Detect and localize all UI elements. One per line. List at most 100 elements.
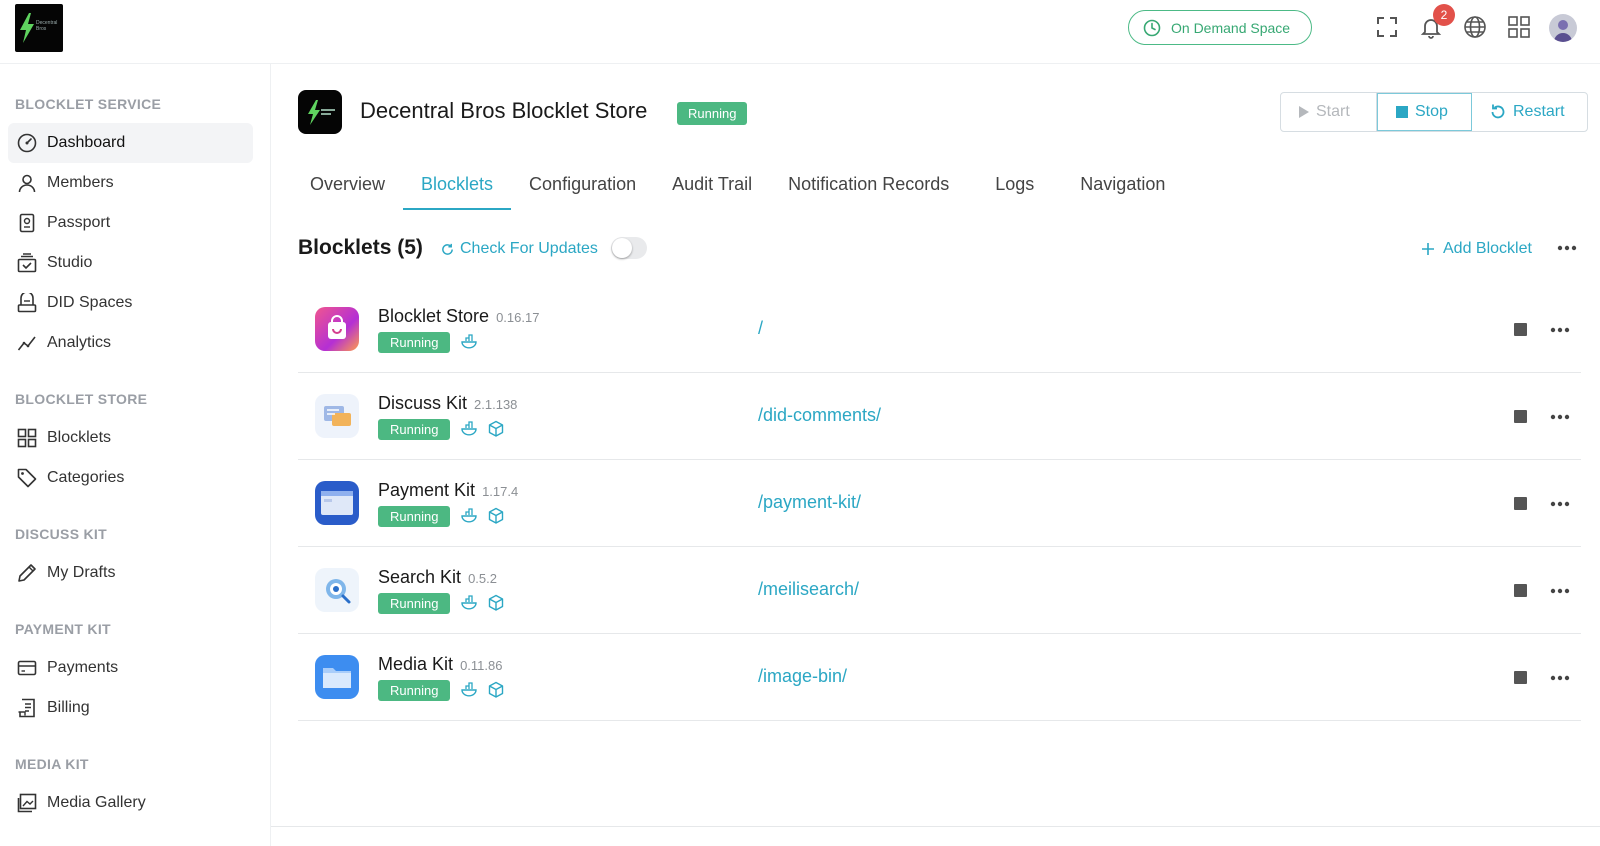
blocklet-row-discuss-kit[interactable]: Discuss Kit 2.1.138 Running /did-comment… [298, 373, 1581, 460]
grid-icon [17, 428, 37, 448]
restart-button[interactable]: Restart [1472, 93, 1587, 131]
billing-icon [18, 698, 35, 718]
sidebar-item-members[interactable]: Members [8, 163, 253, 203]
section-title-discuss-kit: DISCUSS KIT [15, 526, 107, 542]
stop-blocklet-icon[interactable] [1514, 410, 1527, 423]
blocklet-status-badge: Running [378, 506, 451, 527]
stop-blocklet-icon[interactable] [1514, 671, 1527, 684]
docker-icon [461, 595, 477, 610]
tab-bar: Overview Blocklets Configuration Audit T… [292, 164, 1183, 210]
passport-icon [19, 213, 35, 233]
tab-configuration[interactable]: Configuration [511, 164, 654, 210]
sidebar-item-blocklets[interactable]: Blocklets [8, 418, 253, 458]
sidebar-item-label: Dashboard [47, 134, 126, 151]
docker-icon [461, 334, 477, 349]
refresh-icon [442, 243, 453, 255]
blocklet-row-payment-kit[interactable]: Payment Kit 1.17.4 Running /payment-kit/ [298, 460, 1581, 547]
toggle-knob [612, 238, 632, 258]
sidebar-item-payments[interactable]: Payments [8, 648, 253, 688]
start-button-label: Start [1316, 103, 1350, 120]
payment-kit-app-icon [315, 481, 359, 525]
apps-grid-icon[interactable] [1505, 13, 1533, 41]
sidebar-item-label: Passport [47, 214, 111, 231]
blocklet-name: Discuss Kit 2.1.138 [378, 393, 518, 413]
package-share-icon [488, 681, 504, 698]
blocklet-mount-path[interactable]: /image-bin/ [758, 666, 847, 687]
add-blocklet-label: Add Blocklet [1443, 240, 1532, 257]
stop-button[interactable]: Stop [1377, 93, 1472, 131]
blocklet-row-search-kit[interactable]: Search Kit 0.5.2 Running /meilisearch/ [298, 547, 1581, 634]
blocklet-mount-path[interactable]: /meilisearch/ [758, 579, 859, 600]
did-spaces-icon [17, 293, 37, 313]
row-more-icon[interactable] [1550, 494, 1570, 512]
stop-blocklet-icon[interactable] [1514, 584, 1527, 597]
sidebar-item-analytics[interactable]: Analytics [8, 323, 253, 363]
row-more-icon[interactable] [1550, 320, 1570, 338]
section-title-payment-kit: PAYMENT KIT [15, 621, 111, 637]
sidebar-item-my-drafts[interactable]: My Drafts [8, 553, 253, 593]
sidebar: BLOCKLET SERVICE Dashboard Members Passp… [0, 64, 271, 846]
stop-blocklet-icon[interactable] [1514, 323, 1527, 336]
sidebar-item-dashboard[interactable]: Dashboard [8, 123, 253, 163]
tab-audit-trail[interactable]: Audit Trail [654, 164, 770, 210]
top-bar: Decentral Bros On Demand Space 2 [0, 0, 1600, 64]
on-demand-space-button[interactable]: On Demand Space [1128, 10, 1312, 45]
tab-notification-records[interactable]: Notification Records [770, 164, 967, 210]
package-share-icon [488, 420, 504, 437]
check-for-updates-link[interactable]: Check For Updates [441, 240, 598, 258]
auto-update-toggle[interactable] [611, 237, 647, 259]
sidebar-item-did-spaces[interactable]: DID Spaces [8, 283, 253, 323]
sidebar-item-label: My Drafts [47, 564, 116, 581]
blocklet-row-media-kit[interactable]: Media Kit 0.11.86 Running /image-bin/ [298, 634, 1581, 721]
blocklet-name: Search Kit 0.5.2 [378, 567, 497, 587]
row-more-icon[interactable] [1550, 407, 1570, 425]
row-more-icon[interactable] [1550, 581, 1570, 599]
logo-text: Decentral Bros [36, 20, 58, 32]
globe-icon[interactable] [1461, 13, 1489, 41]
status-badge: Running [677, 102, 748, 125]
blocklet-row-blocklet-store[interactable]: Blocklet Store 0.16.17 Running / [298, 286, 1581, 373]
analytics-icon [17, 336, 36, 351]
section-title-blocklet-store: BLOCKLET STORE [15, 391, 148, 407]
gallery-icon [17, 793, 37, 813]
blocklet-mount-path[interactable]: / [758, 318, 763, 339]
check-for-updates-label: Check For Updates [460, 240, 598, 257]
sidebar-item-billing[interactable]: Billing [8, 688, 253, 728]
sidebar-item-studio[interactable]: Studio [8, 243, 253, 283]
list-more-icon[interactable] [1557, 238, 1577, 256]
start-button[interactable]: Start [1281, 93, 1377, 131]
add-blocklet-button[interactable]: Add Blocklet [1421, 240, 1532, 258]
footer-divider [271, 826, 1600, 827]
blocklet-mount-path[interactable]: /payment-kit/ [758, 492, 861, 513]
restart-button-label: Restart [1513, 103, 1565, 120]
stop-blocklet-icon[interactable] [1514, 497, 1527, 510]
sidebar-item-label: Blocklets [47, 429, 112, 446]
tab-logs[interactable]: Logs [977, 164, 1052, 210]
user-icon [18, 174, 36, 193]
user-avatar[interactable] [1549, 14, 1577, 42]
brand-logo[interactable]: Decentral Bros [15, 4, 63, 52]
sidebar-item-media-gallery[interactable]: Media Gallery [8, 783, 253, 823]
docker-icon [461, 508, 477, 523]
sidebar-item-categories[interactable]: Categories [8, 458, 253, 498]
blocklet-list: Blocklet Store 0.16.17 Running / Discuss… [298, 286, 1581, 721]
row-more-icon[interactable] [1550, 668, 1570, 686]
package-share-icon [488, 507, 504, 524]
notification-badge: 2 [1433, 4, 1455, 26]
stop-button-label: Stop [1415, 103, 1448, 120]
tab-blocklets[interactable]: Blocklets [403, 164, 512, 210]
action-button-group: Start Stop Restart [1280, 92, 1588, 132]
studio-icon [17, 253, 37, 273]
sidebar-item-passport[interactable]: Passport [8, 203, 253, 243]
tab-overview[interactable]: Overview [292, 164, 403, 210]
clock-icon [1143, 19, 1161, 36]
tab-navigation[interactable]: Navigation [1062, 164, 1183, 210]
lightning-icon [20, 13, 34, 43]
fullscreen-icon[interactable] [1373, 13, 1401, 41]
blocklet-mount-path[interactable]: /did-comments/ [758, 405, 881, 426]
tag-icon [17, 468, 37, 488]
blocklet-version: 2.1.138 [474, 397, 518, 412]
blocklet-name: Blocklet Store 0.16.17 [378, 306, 540, 326]
blocklet-version: 1.17.4 [482, 484, 519, 499]
section-title-blocklet-service: BLOCKLET SERVICE [15, 96, 162, 112]
